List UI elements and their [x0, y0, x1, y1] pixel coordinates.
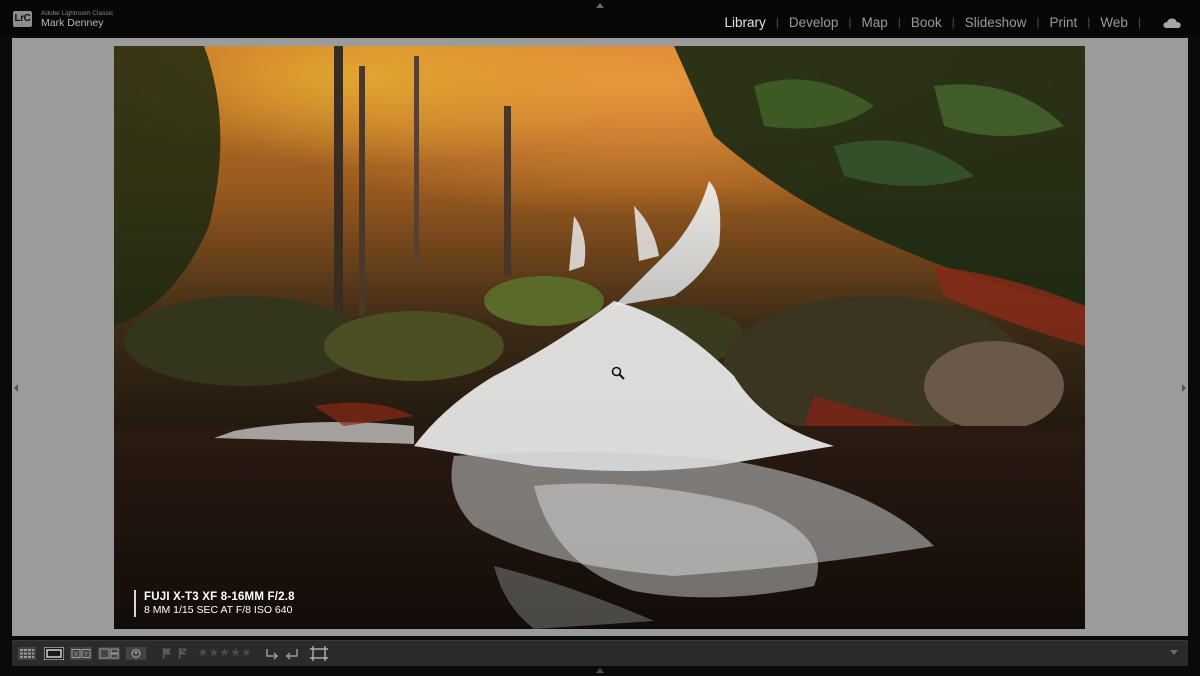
module-book[interactable]: Book [911, 14, 942, 31]
library-toolbar: X Y ★★★★★ [12, 640, 1188, 666]
module-print[interactable]: Print [1049, 14, 1077, 31]
loupe-view-icon[interactable] [44, 647, 64, 660]
exposure-info: 8 MM 1/15 SEC AT F/8 ISO 640 [144, 604, 293, 616]
grid-view-icon[interactable] [18, 647, 36, 660]
rating-stars-icon[interactable]: ★★★★★ [198, 646, 252, 659]
survey-view-icon[interactable] [98, 647, 120, 660]
module-map[interactable]: Map [862, 14, 888, 31]
zoom-cursor-icon [611, 366, 625, 380]
module-slideshow[interactable]: Slideshow [965, 14, 1027, 31]
toolbar-menu-icon[interactable] [1170, 650, 1178, 656]
module-develop[interactable]: Develop [789, 14, 839, 31]
app-name: Adobe Lightroom Classic [41, 10, 114, 17]
module-web[interactable]: Web [1100, 14, 1128, 31]
compare-view-icon[interactable]: X Y [70, 647, 92, 660]
identity-plate-bar: LrC Adobe Lightroom Classic Mark Denney … [0, 0, 1200, 36]
top-panel-toggle-icon[interactable] [596, 3, 604, 8]
rotate-left-icon[interactable] [264, 647, 280, 660]
flag-pick-icon[interactable] [162, 647, 172, 660]
svg-text:X: X [74, 651, 79, 659]
module-separator: | [1137, 15, 1141, 29]
photo-info-overlay: FUJI X-T3 XF 8-16MM F/2.8 8 MM 1/15 SEC … [134, 590, 295, 617]
waterfall-photo-image [114, 46, 1085, 629]
svg-text:Y: Y [83, 651, 89, 659]
module-separator: | [775, 15, 779, 29]
people-view-icon[interactable] [126, 647, 146, 660]
rotate-right-icon[interactable] [284, 647, 300, 660]
main-photo[interactable]: FUJI X-T3 XF 8-16MM F/2.8 8 MM 1/15 SEC … [114, 46, 1085, 629]
module-separator: | [951, 15, 955, 29]
module-picker: Library | Develop | Map | Book | Slidesh… [724, 14, 1181, 31]
module-separator: | [1087, 15, 1091, 29]
cloud-sync-icon[interactable] [1163, 18, 1181, 28]
module-library[interactable]: Library [724, 14, 765, 31]
lrc-logo: LrC [13, 11, 32, 27]
module-separator: | [848, 15, 852, 29]
crop-overlay-icon[interactable] [310, 646, 328, 661]
module-separator: | [897, 15, 901, 29]
module-separator: | [1036, 15, 1040, 29]
bottom-panel-toggle-icon[interactable] [596, 668, 604, 673]
user-name: Mark Denney [41, 17, 104, 29]
left-panel-toggle-icon[interactable] [14, 384, 18, 392]
flag-reject-icon[interactable] [178, 647, 188, 660]
camera-lens-info: FUJI X-T3 XF 8-16MM F/2.8 [144, 591, 295, 603]
right-panel-toggle-icon[interactable] [1182, 384, 1186, 392]
